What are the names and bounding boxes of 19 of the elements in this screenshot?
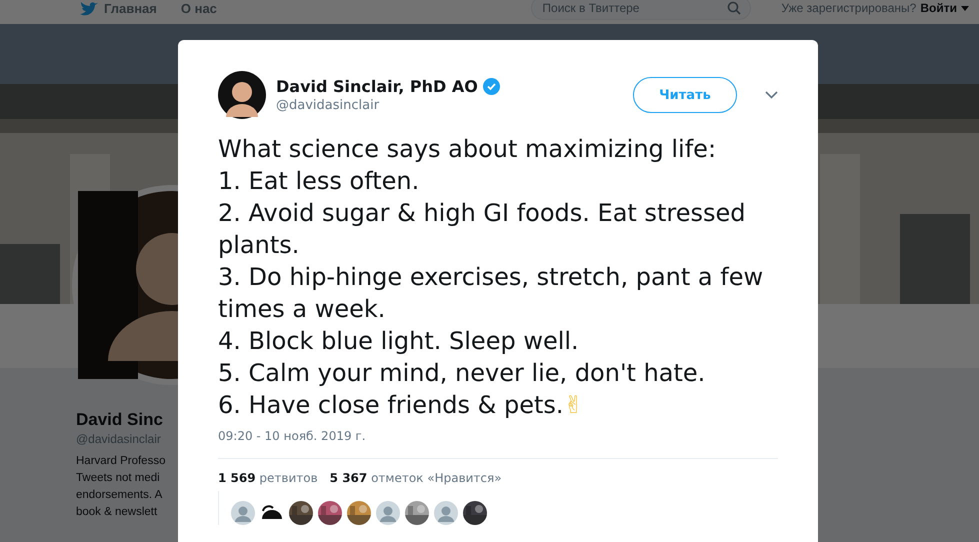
stat-count[interactable]: 5 367 отметок «Нравится»	[330, 471, 502, 485]
bio-text: Harvard Professo	[76, 454, 166, 469]
login-link[interactable]: Войти	[920, 1, 957, 15]
profile-handle: @davidasinclair	[76, 432, 161, 446]
nav-label: Главная	[104, 1, 157, 16]
login-prompt: Уже зарегистрированы?	[781, 1, 916, 15]
bio-text: endorsements. A	[76, 488, 162, 503]
search-field[interactable]: Поиск в Твиттере	[531, 0, 752, 20]
nav-label: О нас	[180, 1, 217, 16]
caret-icon[interactable]	[961, 6, 969, 10]
bio-text: book & newslett	[76, 505, 158, 520]
search-icon[interactable]	[727, 1, 742, 15]
bird-icon	[80, 2, 98, 16]
bio-text: Tweets not medi	[76, 471, 160, 486]
nav-link[interactable]: О нас	[168, 1, 229, 16]
tweet-timestamp[interactable]: 09:20 - 10 нояб. 2019 г.	[218, 429, 778, 443]
profile-name: David Sinc	[76, 410, 163, 430]
stat-count[interactable]: 1 569 ретвитов	[218, 471, 318, 485]
nav-link[interactable]: Главная	[68, 1, 169, 16]
